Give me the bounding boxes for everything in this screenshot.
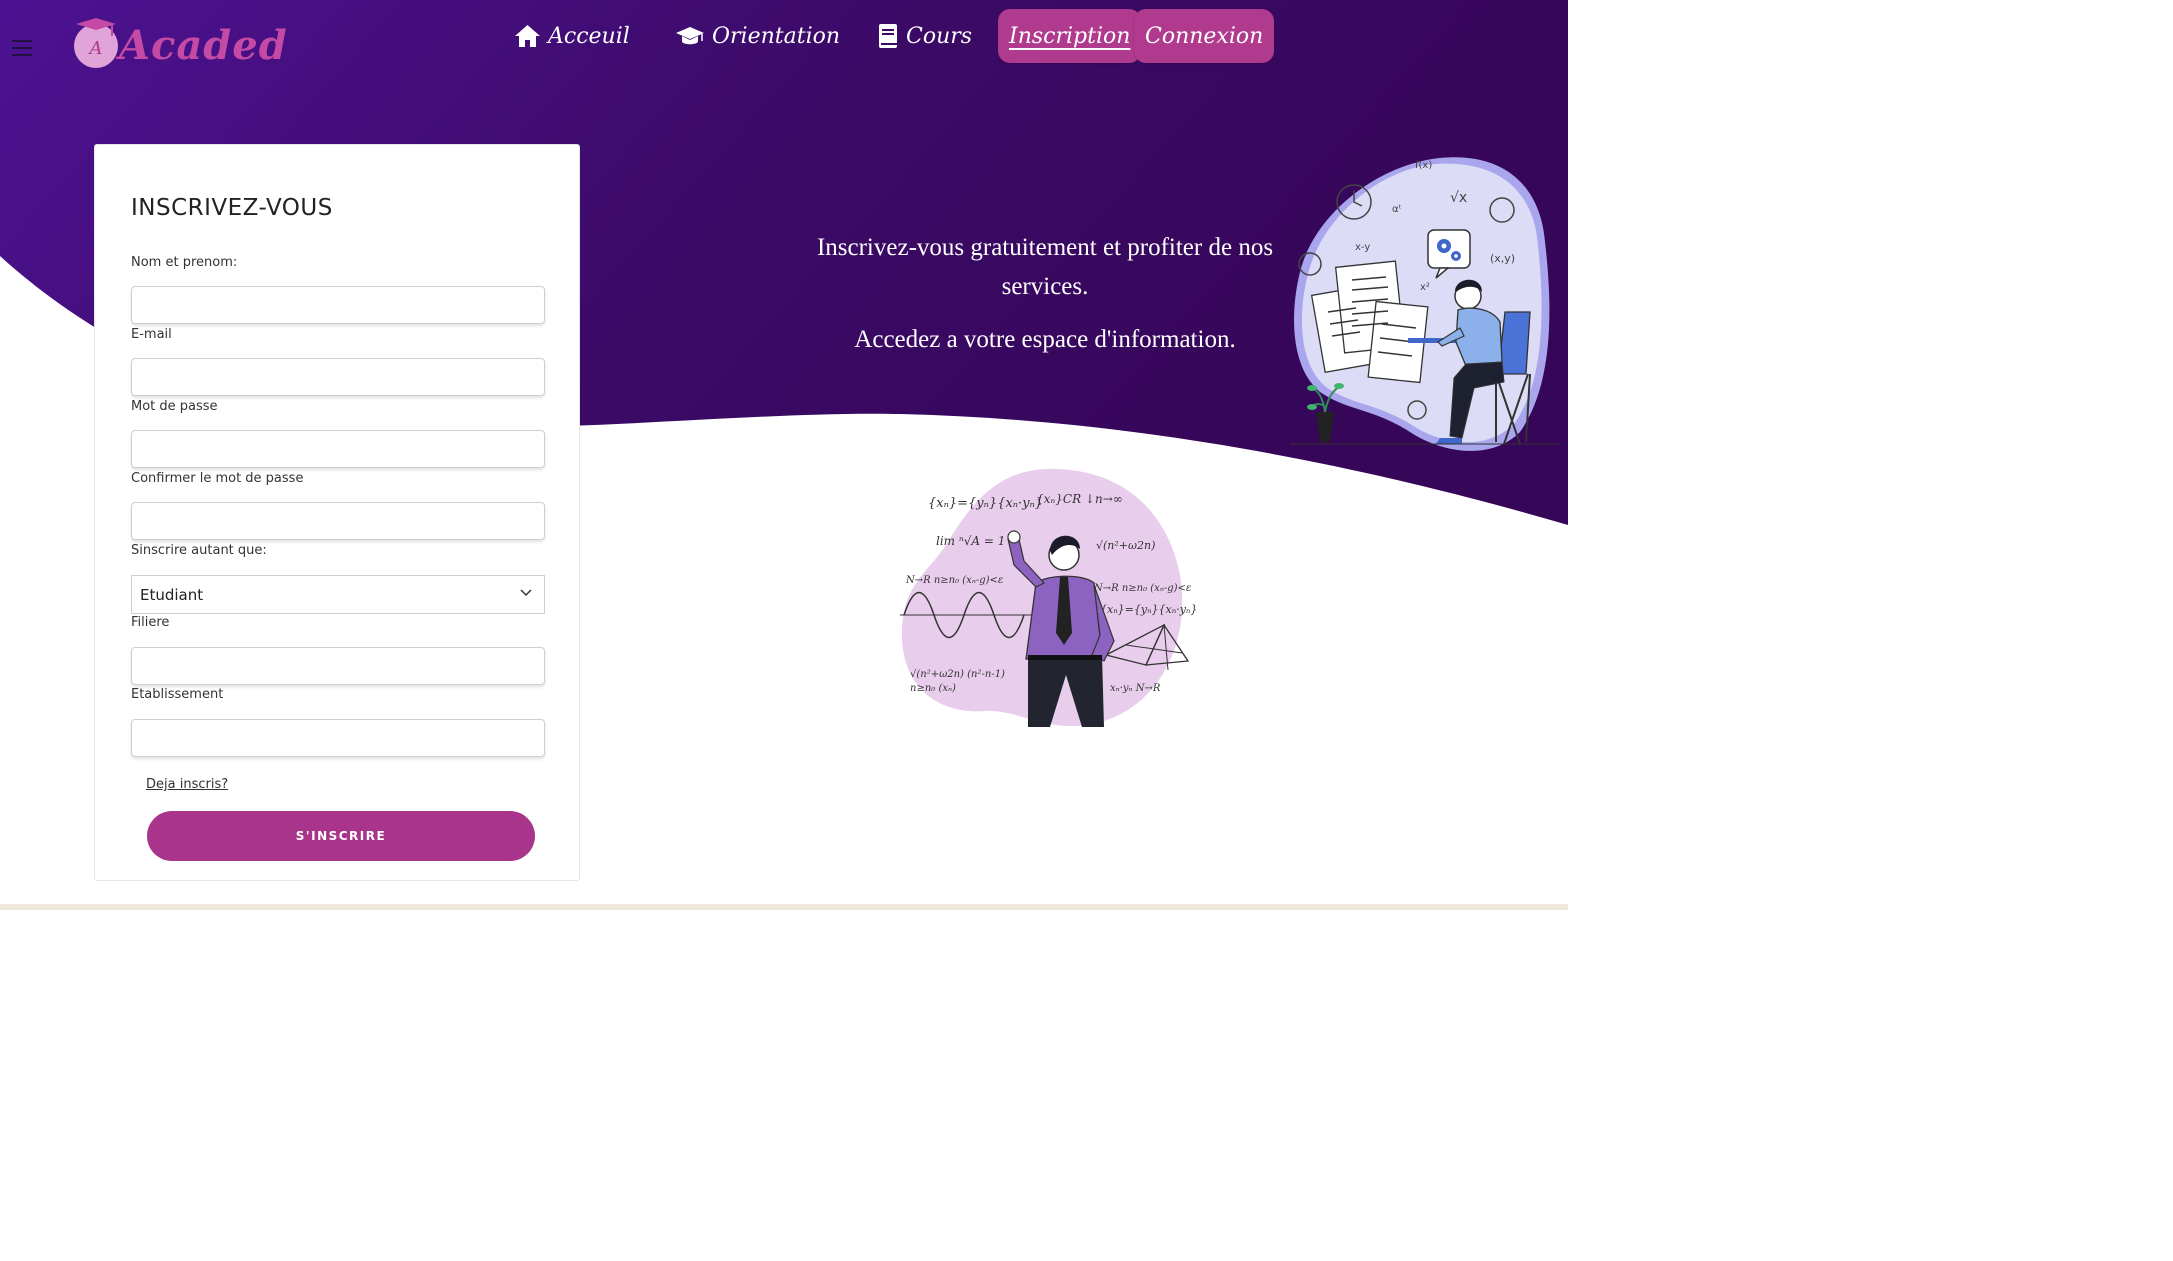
nav-home-label: Acceuil bbox=[548, 23, 630, 49]
filiere-label: Filiere bbox=[131, 615, 170, 630]
graduation-cap-icon bbox=[676, 27, 704, 45]
name-input[interactable] bbox=[131, 286, 545, 324]
svg-text:f(x): f(x) bbox=[1415, 160, 1432, 171]
student-illustration: √x x-y (x,y) αᵗ f(x) x² bbox=[1290, 157, 1560, 451]
nav-courses-link[interactable]: Cours bbox=[877, 9, 972, 63]
hero-subtagline: Accedez a votre espace d'information. bbox=[854, 326, 1236, 353]
svg-text:(x,y): (x,y) bbox=[1490, 252, 1515, 265]
svg-text:xₙ·yₙ N→R: xₙ·yₙ N→R bbox=[1110, 683, 1161, 694]
hero-text: Inscrivez-vous gratuitement et profiter … bbox=[795, 228, 1295, 359]
role-select-value: Etudiant bbox=[140, 585, 204, 604]
chevron-down-icon bbox=[520, 589, 532, 597]
hero-tagline: Inscrivez-vous gratuitement et profiter … bbox=[816, 234, 1274, 300]
svg-text:N→R n≥n₀ (xₙ-g)<ε: N→R n≥n₀ (xₙ-g)<ε bbox=[1093, 583, 1191, 594]
nav-inscription-button[interactable]: Inscription bbox=[998, 9, 1142, 63]
home-icon bbox=[515, 25, 540, 47]
svg-text:lim ⁿ√A = 1: lim ⁿ√A = 1 bbox=[936, 534, 1005, 548]
main-nav: Acceuil Orientation Cours Inscription Co… bbox=[0, 9, 1568, 63]
filiere-input[interactable] bbox=[131, 647, 545, 685]
nav-orientation-link[interactable]: Orientation bbox=[675, 9, 840, 63]
form-title: INSCRIVEZ-VOUS bbox=[131, 195, 333, 221]
email-input[interactable] bbox=[131, 358, 545, 396]
nav-connexion-button[interactable]: Connexion bbox=[1134, 9, 1275, 63]
password-label: Mot de passe bbox=[131, 399, 218, 414]
svg-text:{xₙ}CR ↓n→∞: {xₙ}CR ↓n→∞ bbox=[1036, 492, 1123, 506]
svg-text:√(n²+ω2n) (n²-n-1): √(n²+ω2n) (n²-n-1) bbox=[910, 669, 1005, 680]
already-registered-link[interactable]: Deja inscris? bbox=[146, 777, 228, 792]
email-label: E-mail bbox=[131, 327, 172, 342]
name-label: Nom et prenom: bbox=[131, 255, 238, 270]
nav-home-link[interactable]: Acceuil bbox=[514, 9, 630, 63]
svg-text:{xₙ}={yₙ}{xₙ·yₙ}: {xₙ}={yₙ}{xₙ·yₙ} bbox=[928, 496, 1043, 511]
etablissement-input[interactable] bbox=[131, 719, 545, 757]
svg-text:√x: √x bbox=[1450, 190, 1467, 206]
registration-card: INSCRIVEZ-VOUS Nom et prenom: E-mail Mot… bbox=[94, 144, 580, 881]
password-input[interactable] bbox=[131, 430, 545, 468]
svg-text:αᵗ: αᵗ bbox=[1392, 204, 1402, 215]
nav-inscription-label: Inscription bbox=[1009, 23, 1131, 49]
footer-strip bbox=[0, 904, 1568, 910]
confirm-password-input[interactable] bbox=[131, 502, 545, 540]
confirm-password-label: Confirmer le mot de passe bbox=[131, 471, 304, 486]
svg-text:x²: x² bbox=[1420, 282, 1430, 293]
svg-text:N→R n≥n₀ (xₙ-g)<ε: N→R n≥n₀ (xₙ-g)<ε bbox=[905, 575, 1003, 586]
svg-text:√(n²+ω2n): √(n²+ω2n) bbox=[1096, 539, 1155, 552]
role-label: Sinscrire autant que: bbox=[131, 543, 267, 558]
nav-courses-label: Cours bbox=[906, 23, 973, 49]
book-icon bbox=[879, 24, 897, 48]
teacher-illustration: {xₙ}={yₙ}{xₙ·yₙ} {xₙ}CR ↓n→∞ lim ⁿ√A = 1… bbox=[900, 468, 1196, 727]
role-select[interactable]: Etudiant bbox=[131, 575, 545, 614]
svg-text:{xₙ}={yₙ}{xₙ·yₙ}: {xₙ}={yₙ}{xₙ·yₙ} bbox=[1100, 603, 1196, 616]
nav-orientation-label: Orientation bbox=[712, 23, 841, 49]
etablissement-label: Etablissement bbox=[131, 687, 224, 702]
page: A Acaded Acceuil Orientation Cours Inscr… bbox=[0, 0, 1568, 910]
svg-text:x-y: x-y bbox=[1355, 242, 1370, 253]
nav-connexion-label: Connexion bbox=[1145, 23, 1264, 49]
register-button[interactable]: S'INSCRIRE bbox=[147, 811, 535, 861]
svg-text:n≥n₀ (xₙ): n≥n₀ (xₙ) bbox=[910, 683, 956, 694]
